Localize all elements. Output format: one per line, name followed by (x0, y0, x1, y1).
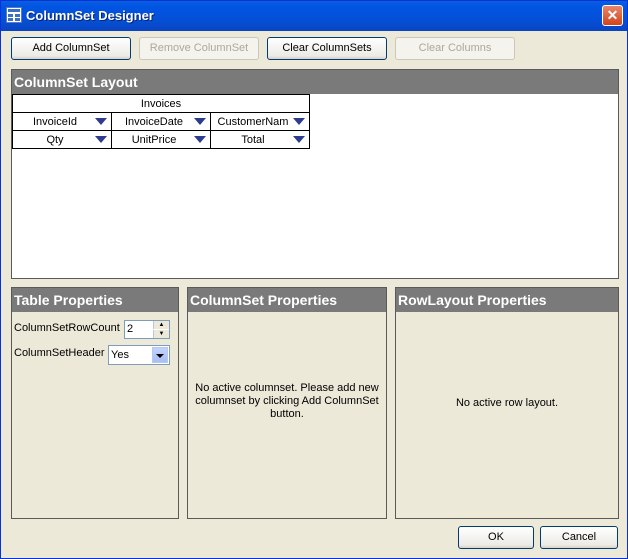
columnset-header-cell[interactable]: Invoices (12, 94, 310, 113)
table-properties-title: Table Properties (12, 288, 178, 312)
dropdown-arrow-icon[interactable] (293, 118, 305, 125)
chevron-down-icon[interactable] (152, 347, 168, 363)
cancel-button[interactable]: Cancel (540, 526, 618, 549)
column-cell[interactable]: UnitPrice (111, 130, 211, 149)
rowlayout-properties-panel: RowLayout Properties No active row layou… (395, 287, 619, 519)
row-count-label: ColumnSetRowCount (14, 322, 120, 334)
close-icon[interactable]: ✕ (602, 5, 623, 26)
columnset-properties-title: ColumnSet Properties (188, 288, 386, 312)
column-label: Qty (46, 133, 64, 146)
dropdown-arrow-icon[interactable] (95, 118, 107, 125)
title-bar[interactable]: ColumnSet Designer ✕ (1, 1, 627, 31)
layout-canvas[interactable]: Invoices InvoiceId InvoiceDate CustomerN… (12, 94, 618, 278)
clear-columns-button[interactable]: Clear Columns (395, 37, 515, 60)
columnset-layout-panel: ColumnSet Layout Invoices InvoiceId Invo… (11, 69, 619, 279)
designer-window: ColumnSet Designer ✕ Add ColumnSet Remov… (0, 0, 628, 559)
header-select[interactable]: Yes (108, 345, 170, 365)
dropdown-arrow-icon[interactable] (95, 136, 107, 143)
header-value: Yes (111, 349, 129, 361)
window-title: ColumnSet Designer (26, 8, 154, 23)
spin-up-icon[interactable]: ▲ (153, 321, 169, 329)
clear-columnsets-button[interactable]: Clear ColumnSets (267, 37, 387, 60)
dropdown-arrow-icon[interactable] (194, 118, 206, 125)
add-columnset-button[interactable]: Add ColumnSet (11, 37, 131, 60)
header-label: ColumnSetHeader (14, 347, 105, 359)
remove-columnset-button[interactable]: Remove ColumnSet (139, 37, 259, 60)
rowlayout-properties-message: No active row layout. (455, 397, 559, 409)
dropdown-arrow-icon[interactable] (194, 136, 206, 143)
rowlayout-properties-title: RowLayout Properties (396, 288, 618, 312)
columnset-properties-panel: ColumnSet Properties No active columnset… (187, 287, 387, 519)
column-cell[interactable]: Qty (12, 130, 112, 149)
column-label: InvoiceDate (124, 115, 184, 128)
column-label: Total (241, 133, 265, 146)
columnset-designer-icon (6, 7, 22, 23)
column-label: InvoiceId (32, 115, 78, 128)
table-properties-panel: Table Properties ColumnSetRowCount 2 ▲ ▼… (11, 287, 179, 519)
ok-button[interactable]: OK (458, 526, 534, 549)
spin-down-icon[interactable]: ▼ (153, 330, 169, 338)
column-cell[interactable]: CustomerNam (210, 112, 310, 131)
column-label: UnitPrice (131, 133, 177, 146)
columnset-layout-title: ColumnSet Layout (12, 70, 618, 94)
column-cell[interactable]: InvoiceDate (111, 112, 211, 131)
columnset-properties-message: No active columnset. Please add new colu… (195, 382, 379, 420)
columnset-grid: Invoices InvoiceId InvoiceDate CustomerN… (12, 94, 310, 149)
row-count-value: 2 (127, 323, 134, 335)
column-cell[interactable]: InvoiceId (12, 112, 112, 131)
row-count-stepper[interactable]: 2 ▲ ▼ (124, 320, 170, 339)
dropdown-arrow-icon[interactable] (293, 136, 305, 143)
column-label: CustomerNam (217, 115, 289, 128)
column-cell[interactable]: Total (210, 130, 310, 149)
